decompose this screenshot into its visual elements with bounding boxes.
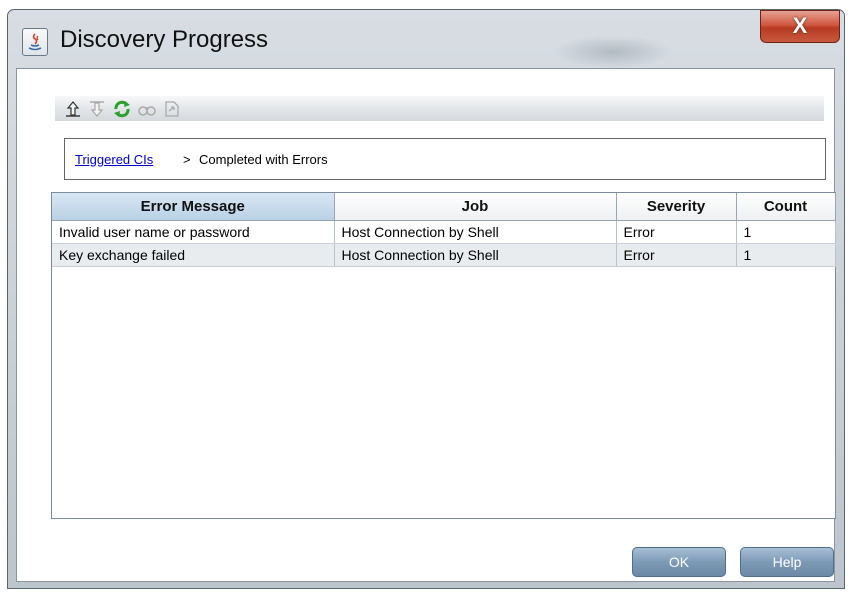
breadcrumb-link-triggered-cis[interactable]: Triggered CIs: [75, 152, 153, 167]
column-header-severity[interactable]: Severity: [616, 193, 737, 221]
toolbar: [55, 96, 824, 121]
move-up-icon[interactable]: [63, 99, 83, 119]
cell-job: Host Connection by Shell: [334, 243, 617, 267]
ok-button[interactable]: OK: [632, 547, 726, 577]
cell-error-message: Key exchange failed: [52, 243, 335, 267]
dialog-body: Triggered CIs > Completed with Errors Er…: [16, 68, 836, 582]
breadcrumb: Triggered CIs > Completed with Errors: [64, 138, 826, 180]
column-header-job[interactable]: Job: [334, 193, 617, 221]
cell-count: 1: [736, 243, 836, 267]
move-down-icon[interactable]: [87, 99, 107, 119]
dialog-window: Discovery Progress X Triggered CIs > Com…: [7, 9, 845, 589]
java-app-icon: [22, 28, 48, 56]
cell-job: Host Connection by Shell: [334, 220, 617, 244]
table-row[interactable]: Invalid user name or password Host Conne…: [52, 220, 836, 244]
title-glass-reflection: [553, 35, 673, 69]
cell-severity: Error: [616, 243, 737, 267]
table-row[interactable]: Key exchange failed Host Connection by S…: [52, 243, 836, 267]
refresh-icon[interactable]: [112, 99, 132, 119]
breadcrumb-current: Completed with Errors: [199, 152, 328, 167]
close-button[interactable]: X: [760, 10, 840, 43]
breadcrumb-separator: >: [183, 152, 191, 167]
export-icon[interactable]: [162, 99, 182, 119]
cell-error-message: Invalid user name or password: [52, 220, 335, 244]
window-title: Discovery Progress: [60, 26, 269, 53]
errors-table: Error Message Job Severity Count Invalid…: [51, 192, 836, 519]
column-header-error-message[interactable]: Error Message: [52, 193, 335, 221]
cell-severity: Error: [616, 220, 737, 244]
column-header-count[interactable]: Count: [736, 193, 836, 221]
cell-count: 1: [736, 220, 836, 244]
help-button[interactable]: Help: [740, 547, 834, 577]
title-bar[interactable]: Discovery Progress X: [8, 10, 844, 69]
find-icon[interactable]: [137, 99, 157, 119]
